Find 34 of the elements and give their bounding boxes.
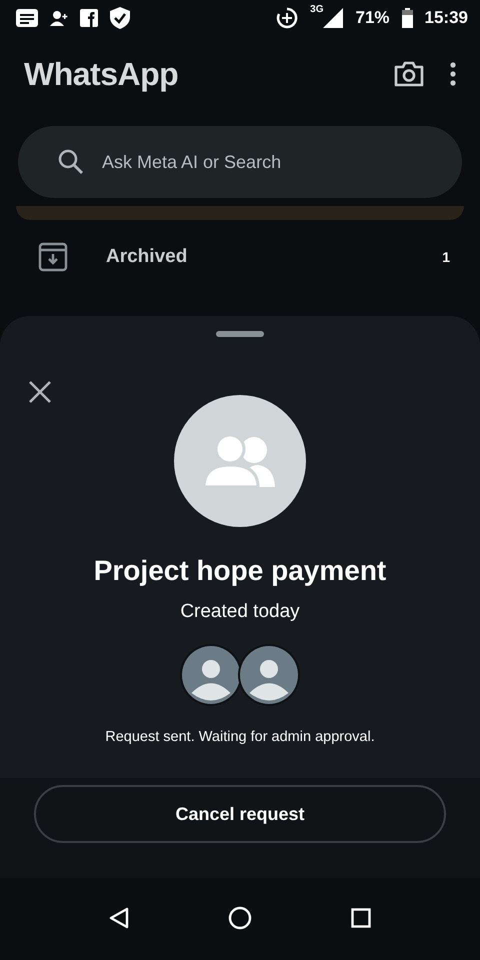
close-icon <box>28 380 52 404</box>
cancel-request-button[interactable]: Cancel request <box>34 785 446 843</box>
back-button[interactable] <box>109 907 130 929</box>
battery-icon <box>402 8 413 28</box>
app-title: WhatsApp <box>24 56 180 92</box>
archive-icon <box>38 242 68 272</box>
network-type: 3G <box>310 4 324 15</box>
drag-handle[interactable] <box>216 331 264 337</box>
recents-icon <box>350 908 371 928</box>
camera-icon[interactable] <box>394 61 424 87</box>
clock: 15:39 <box>424 8 468 28</box>
back-icon <box>109 907 130 929</box>
archived-row[interactable]: Archived 1 <box>0 220 480 294</box>
home-icon <box>228 906 252 930</box>
facebook-icon <box>80 9 98 27</box>
status-message: Request sent. Waiting for admin approval. <box>105 729 375 745</box>
recents-button[interactable] <box>350 908 371 928</box>
home-button[interactable] <box>228 906 252 930</box>
search-icon <box>58 149 84 175</box>
signal-icon <box>323 8 344 28</box>
archived-count: 1 <box>442 249 450 265</box>
member-avatar <box>237 643 301 707</box>
more-options-icon[interactable] <box>450 62 456 86</box>
battery-level: 71% <box>355 8 390 28</box>
search-field[interactable]: Ask Meta AI or Search <box>18 126 462 198</box>
group-name: Project hope payment <box>94 555 386 587</box>
member-avatar <box>179 643 243 707</box>
shield-icon <box>110 7 130 29</box>
data-saver-icon <box>276 7 298 29</box>
message-icon <box>16 9 38 27</box>
archived-label: Archived <box>106 246 188 268</box>
created-date: Created today <box>180 601 300 623</box>
add-contact-icon <box>50 10 68 26</box>
close-button[interactable] <box>28 380 52 404</box>
